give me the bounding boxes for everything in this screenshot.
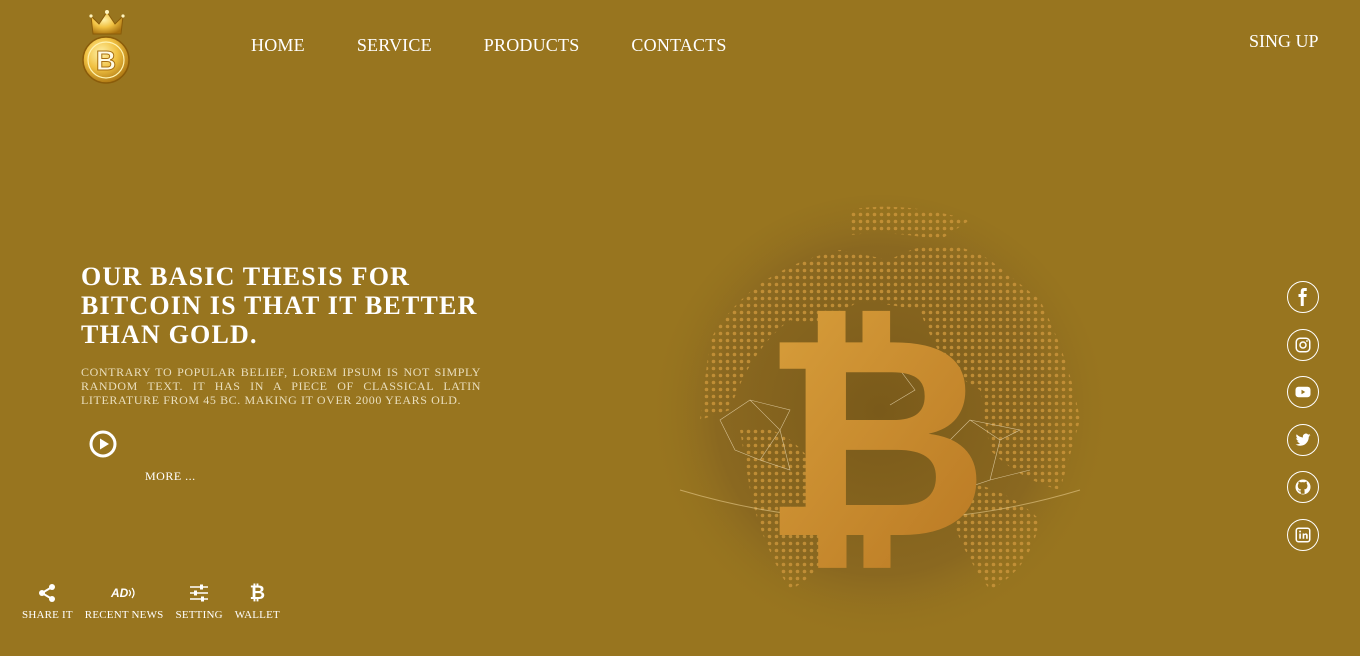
- nav-products[interactable]: PRODUCTS: [484, 34, 580, 56]
- linkedin-icon[interactable]: [1287, 518, 1319, 551]
- wallet-button[interactable]: ₿ WALLET: [234, 581, 280, 622]
- wallet-label: WALLET: [234, 609, 280, 621]
- nav-contacts[interactable]: CONTACTS: [631, 34, 726, 56]
- hero-title: OUR BASIC THESIS FOR BITCOIN IS THAT IT …: [81, 262, 478, 349]
- bottom-toolbar: SHARE IT AD RECENT NEWS SETTING ₿ WALLET: [22, 581, 292, 622]
- hero-description: CONTRARY TO POPULAR BELIEF, LOREM IPSUM …: [81, 365, 481, 407]
- play-icon[interactable]: [88, 429, 118, 459]
- github-icon[interactable]: [1287, 471, 1319, 503]
- twitter-icon[interactable]: [1287, 423, 1319, 456]
- share-icon: [39, 584, 56, 602]
- sliders-icon: [190, 584, 209, 602]
- recent-news-label: RECENT NEWS: [84, 609, 164, 621]
- nav-home[interactable]: HOME: [251, 34, 305, 56]
- brand-logo[interactable]: B: [80, 8, 134, 84]
- setting-button[interactable]: SETTING: [176, 581, 223, 621]
- more-link[interactable]: MORE ...: [145, 469, 196, 484]
- bitcoin-icon: ₿: [249, 581, 266, 604]
- nav-service[interactable]: SERVICE: [357, 34, 432, 56]
- svg-text:B: B: [96, 45, 116, 76]
- instagram-icon[interactable]: [1287, 328, 1319, 361]
- bitcoin-symbol: ₿: [761, 283, 989, 595]
- main-nav: HOME SERVICE PRODUCTS CONTACTS: [251, 34, 779, 56]
- setting-label: SETTING: [175, 609, 223, 621]
- bitcoin-globe-illustration: ₿: [655, 195, 1105, 645]
- youtube-icon[interactable]: [1287, 376, 1319, 408]
- share-label: SHARE IT: [22, 609, 73, 621]
- social-links: [1287, 281, 1319, 566]
- share-button[interactable]: SHARE IT: [22, 581, 73, 621]
- recent-news-button[interactable]: AD RECENT NEWS: [85, 581, 164, 621]
- ad-icon: AD: [110, 586, 129, 600]
- signal-waves-icon: [128, 587, 135, 599]
- crown-icon: [89, 10, 125, 35]
- facebook-icon[interactable]: [1287, 281, 1319, 313]
- signup-link[interactable]: SING UP: [1249, 31, 1319, 52]
